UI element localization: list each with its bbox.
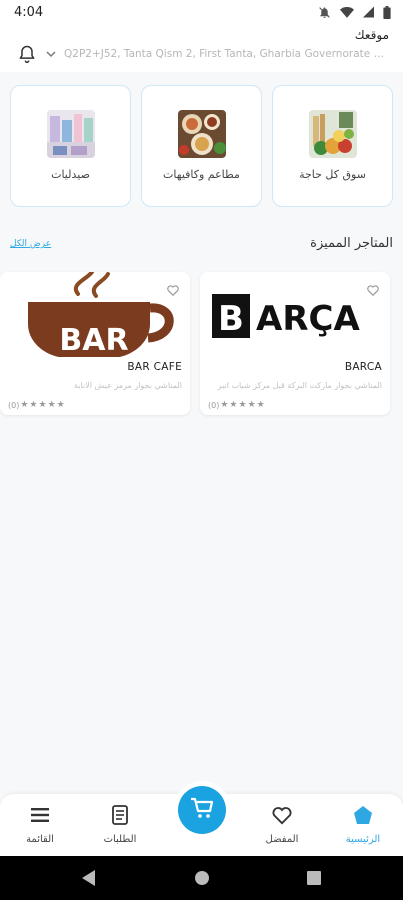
store-card-bar-cafe[interactable]: BAR BAR CAFE المناشي بجوار مرمز عيش الان…	[0, 272, 190, 415]
bar-logo-text: BAR	[59, 323, 128, 357]
recents-icon[interactable]	[307, 870, 321, 889]
store-name: BARCA	[344, 361, 382, 373]
home-circle-icon[interactable]	[194, 870, 210, 890]
signal-icon	[363, 6, 374, 18]
heart-icon	[271, 804, 293, 826]
favorite-heart-icon[interactable]	[166, 282, 180, 297]
category-card-restaurants[interactable]: مطاعم وكافيهات	[141, 85, 262, 207]
nav-item-favorites[interactable]: المفضل	[242, 794, 322, 856]
mute-icon	[319, 6, 330, 18]
star-icon: ★	[20, 400, 29, 410]
category-grid: صيدليات مطاعم وكافيهات سوق كل حاجة	[10, 85, 393, 207]
favorite-heart-icon[interactable]	[366, 282, 380, 297]
barca-logo-letter: B	[218, 299, 244, 339]
star-icon: ★	[220, 400, 229, 410]
store-rating: (0) ★ ★ ★ ★ ★	[208, 400, 265, 411]
store-rating: (0) ★ ★ ★ ★ ★	[8, 400, 65, 411]
category-label: صيدليات	[51, 168, 90, 181]
back-icon[interactable]	[82, 870, 96, 890]
wifi-icon	[340, 6, 354, 18]
barca-logo-text: ARÇA	[256, 299, 360, 339]
star-icon: ★	[238, 400, 247, 410]
location-header: موقعك Q2P2+J52, Tanta Qism 2, First Tant…	[0, 24, 403, 72]
see-all-link[interactable]: عرض الكل	[10, 239, 51, 249]
star-icon: ★	[38, 400, 47, 410]
store-description: المناشي بجوار مرمز عيش الانابة	[73, 381, 182, 390]
nav-label: الرئيسية	[345, 834, 381, 845]
store-logo-barca: B ARÇA	[200, 272, 390, 357]
store-card-barca[interactable]: B ARÇA BARCA المناشي بجوار ماركت البركة …	[200, 272, 390, 415]
bell-icon[interactable]	[16, 43, 38, 65]
nav-label: المفضل	[265, 834, 299, 845]
store-description: المناشي بجوار ماركت البركة قبل مركز شباب…	[217, 381, 382, 390]
star-icon: ★	[29, 400, 38, 410]
category-label: سوق كل حاجة	[299, 168, 366, 181]
nav-label: الطلبات	[103, 834, 137, 845]
featured-section-title: المتاجر المميزة	[310, 236, 393, 251]
rating-count: (0)	[208, 401, 220, 410]
location-row[interactable]: Q2P2+J52, Tanta Qism 2, First Tanta, Gha…	[16, 44, 389, 64]
pharmacy-image	[46, 110, 95, 158]
star-icon: ★	[247, 400, 256, 410]
chevron-down-icon[interactable]	[44, 47, 58, 61]
battery-icon	[383, 5, 391, 19]
location-label: موقعك	[354, 28, 389, 42]
orders-icon	[109, 804, 131, 826]
category-card-pharmacies[interactable]: صيدليات	[10, 85, 131, 207]
restaurant-image	[177, 110, 226, 158]
nav-item-home[interactable]: الرئيسية	[323, 794, 403, 856]
category-label: مطاعم وكافيهات	[163, 168, 240, 181]
cart-icon	[190, 797, 214, 823]
system-navigation-bar	[0, 856, 403, 900]
category-card-market[interactable]: سوق كل حاجة	[272, 85, 393, 207]
cart-button[interactable]	[178, 786, 226, 834]
nav-label: القائمة	[26, 834, 54, 845]
rating-count: (0)	[8, 401, 20, 410]
home-icon	[352, 804, 374, 826]
status-bar: 4:04	[0, 0, 403, 24]
status-icons	[318, 5, 391, 19]
store-name: BAR CAFE	[127, 361, 182, 373]
star-icon: ★	[56, 400, 65, 410]
star-icon: ★	[47, 400, 56, 410]
nav-item-orders[interactable]: الطلبات	[80, 794, 160, 856]
star-icon: ★	[229, 400, 238, 410]
star-icon: ★	[256, 400, 265, 410]
menu-icon	[29, 804, 51, 826]
status-time: 4:04	[14, 4, 44, 20]
nav-item-menu[interactable]: القائمة	[0, 794, 80, 856]
market-image	[308, 110, 357, 158]
location-address[interactable]: Q2P2+J52, Tanta Qism 2, First Tanta, Gha…	[64, 48, 389, 60]
store-logo-bar-cafe: BAR	[0, 272, 190, 358]
